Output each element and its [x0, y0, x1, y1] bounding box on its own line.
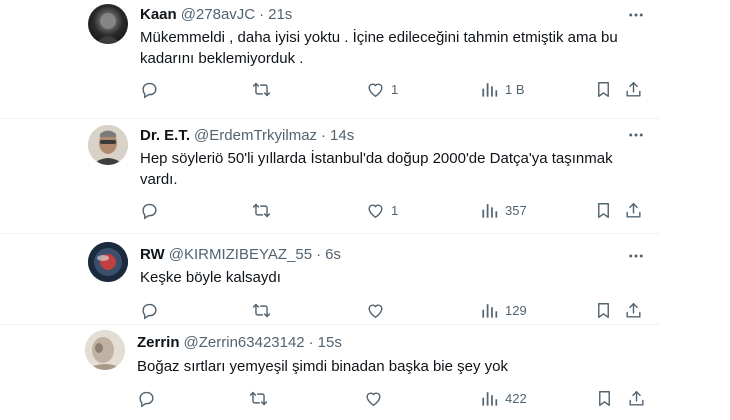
avatar[interactable]	[88, 4, 128, 44]
avatar[interactable]	[85, 330, 125, 370]
views-button[interactable]: 422	[480, 388, 527, 408]
views-count: 357	[505, 202, 527, 218]
tweet[interactable]: Kaan @278avJC · 21s Mükemmeldi , daha iy…	[0, 0, 730, 118]
retweet-icon	[252, 303, 271, 317]
reply-button[interactable]	[140, 200, 165, 220]
tweet-actions: 422	[137, 388, 657, 408]
bookmark-button[interactable]	[595, 388, 614, 408]
timestamp[interactable]: 6s	[325, 246, 341, 263]
reply-button[interactable]	[137, 388, 162, 408]
tweet-text: Mükemmeldi , daha iyisi yoktu . İçine ed…	[140, 29, 618, 67]
like-button[interactable]: 1	[366, 200, 398, 220]
more-icon	[629, 13, 643, 17]
more-options-button[interactable]	[626, 5, 646, 25]
bookmark-icon	[598, 302, 609, 318]
separator-dot: ·	[321, 127, 327, 144]
share-button[interactable]	[624, 79, 643, 99]
like-icon	[368, 83, 383, 97]
tweet-text: Boğaz sırtları yemyeşil şimdi binadan ba…	[137, 358, 509, 375]
author-name[interactable]: Dr. E.T.	[140, 127, 190, 144]
author-name[interactable]: Zerrin	[137, 334, 180, 351]
bookmark-button[interactable]	[594, 200, 613, 220]
views-button[interactable]: 129	[480, 300, 527, 320]
views-icon	[482, 391, 498, 406]
author-handle[interactable]: @ErdemTrkyilmaz	[194, 127, 317, 144]
reply-button[interactable]	[140, 79, 165, 99]
timestamp[interactable]: 14s	[330, 127, 354, 144]
author-handle[interactable]: @KIRMIZIBEYAZ_55	[169, 246, 312, 263]
timestamp[interactable]: 21s	[268, 6, 292, 23]
more-icon	[629, 133, 643, 137]
separator-dot: ·	[316, 246, 322, 263]
tweet-actions: 1 1 B	[140, 79, 660, 99]
reply-icon	[142, 303, 157, 319]
views-icon	[482, 303, 498, 318]
share-icon	[626, 302, 641, 318]
tweet-actions: 129	[140, 300, 660, 320]
tweet-text: Keşke böyle kalsaydı	[140, 269, 281, 286]
share-icon	[626, 81, 641, 97]
like-icon	[366, 392, 381, 406]
share-button[interactable]	[627, 388, 646, 408]
views-icon	[482, 203, 498, 218]
like-count: 1	[391, 81, 399, 97]
views-button[interactable]: 1 B	[480, 79, 525, 99]
like-icon	[368, 204, 383, 218]
bookmark-icon	[598, 81, 609, 97]
timestamp[interactable]: 15s	[318, 334, 342, 351]
retweet-button[interactable]	[252, 79, 277, 99]
views-count: 1 B	[505, 81, 525, 97]
like-button[interactable]	[366, 300, 391, 320]
tweet-header: RW @KIRMIZIBEYAZ_55 · 6s	[140, 246, 341, 263]
tweet-header: Dr. E.T. @ErdemTrkyilmaz · 14s	[140, 127, 354, 144]
bookmark-button[interactable]	[594, 79, 613, 99]
share-button[interactable]	[624, 200, 643, 220]
views-count: 129	[505, 302, 527, 318]
avatar[interactable]	[88, 125, 128, 165]
tweet-header: Zerrin @Zerrin63423142 · 15s	[137, 334, 342, 351]
tweet-actions: 1 357	[140, 200, 660, 220]
retweet-icon	[252, 203, 271, 217]
separator-dot: ·	[259, 6, 265, 23]
more-options-button[interactable]	[626, 246, 646, 266]
bookmark-icon	[599, 390, 610, 406]
like-button[interactable]	[364, 388, 389, 408]
tweet[interactable]: Dr. E.T. @ErdemTrkyilmaz · 14s Hep söyle…	[0, 119, 730, 231]
reply-icon	[142, 203, 157, 219]
author-handle[interactable]: @278avJC	[181, 6, 255, 23]
more-icon	[629, 254, 643, 258]
bookmark-icon	[598, 202, 609, 218]
reply-icon	[139, 391, 154, 407]
author-handle[interactable]: @Zerrin63423142	[184, 334, 305, 351]
share-icon	[629, 390, 644, 406]
retweet-button[interactable]	[249, 388, 274, 408]
retweet-icon	[252, 82, 271, 96]
views-button[interactable]: 357	[480, 200, 527, 220]
tweet[interactable]: RW @KIRMIZIBEYAZ_55 · 6s Keşke böyle kal…	[0, 234, 730, 324]
like-icon	[368, 304, 383, 318]
views-count: 422	[505, 390, 527, 406]
separator-dot: ·	[308, 334, 314, 351]
tweet[interactable]: Zerrin @Zerrin63423142 · 15s Boğaz sırtl…	[0, 325, 730, 420]
more-options-button[interactable]	[626, 125, 646, 145]
retweet-button[interactable]	[252, 300, 277, 320]
like-button[interactable]: 1	[366, 79, 398, 99]
reply-button[interactable]	[140, 300, 165, 320]
share-button[interactable]	[624, 300, 643, 320]
tweet-header: Kaan @278avJC · 21s	[140, 6, 292, 23]
retweet-icon	[249, 391, 268, 405]
bookmark-button[interactable]	[594, 300, 613, 320]
avatar[interactable]	[88, 242, 128, 282]
reply-icon	[142, 82, 157, 98]
views-icon	[482, 82, 498, 97]
like-count: 1	[391, 202, 399, 218]
tweet-text: Hep söyleriö 50'li yıllarda İstanbul'da …	[140, 150, 613, 188]
author-name[interactable]: Kaan	[140, 6, 177, 23]
retweet-button[interactable]	[252, 200, 277, 220]
share-icon	[626, 202, 641, 218]
author-name[interactable]: RW	[140, 246, 165, 263]
